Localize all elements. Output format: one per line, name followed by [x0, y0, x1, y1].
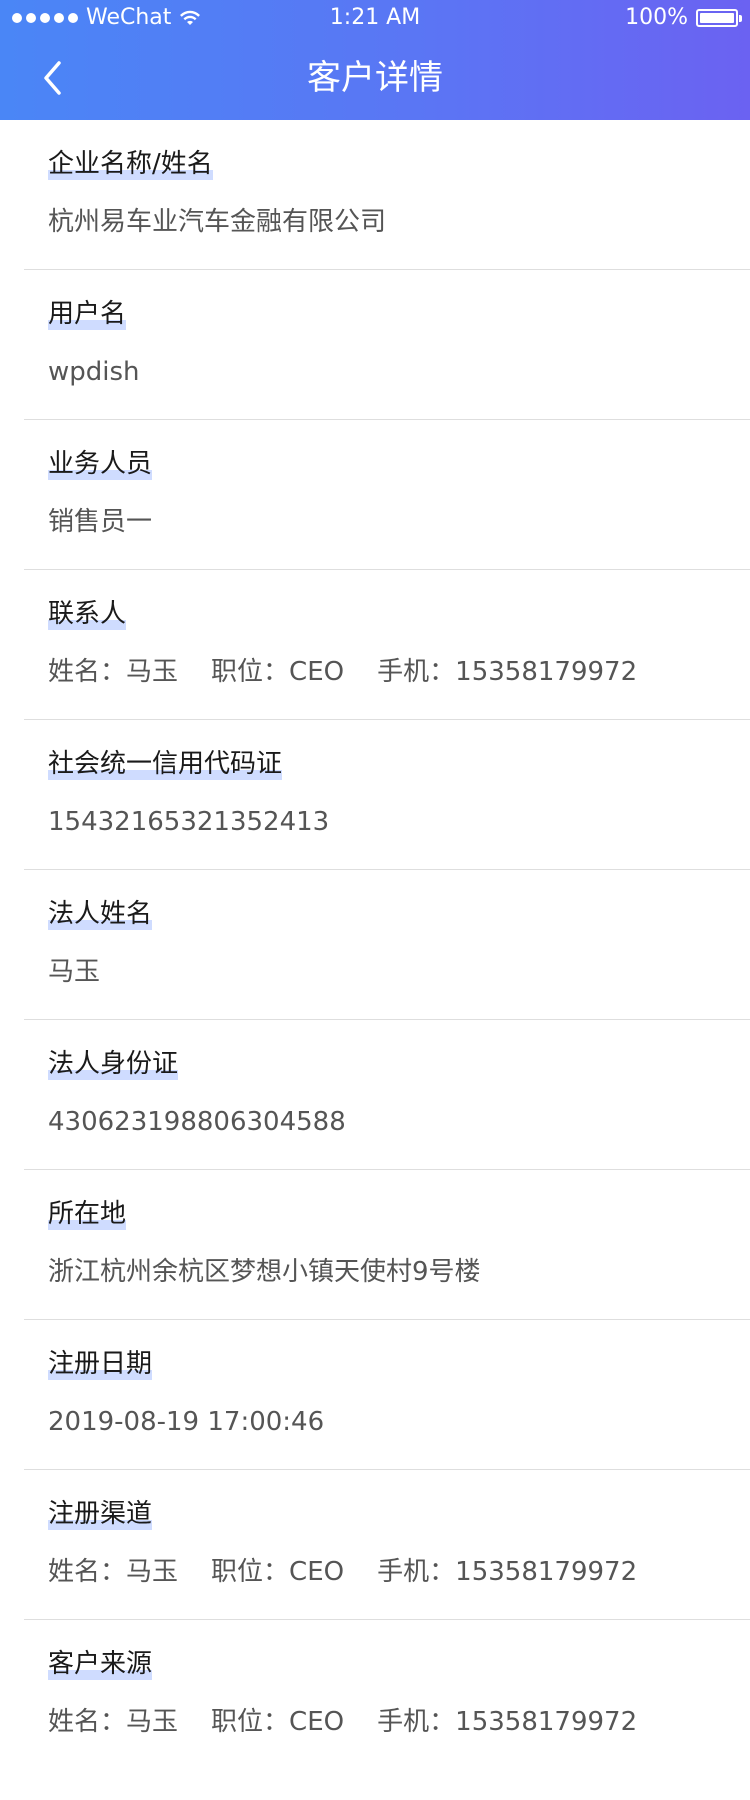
- header: WeChat 1:21 AM 100% 客户详情: [0, 0, 750, 120]
- field-label-text: 联系人: [48, 599, 127, 629]
- field-label: 法人身份证: [48, 1046, 179, 1082]
- status-right: 100%: [625, 5, 742, 30]
- field-label: 客户来源: [48, 1646, 153, 1682]
- field-value: 430623198806304588: [48, 1107, 346, 1137]
- detail-row: 注册渠道姓名：马玉 职位：CEO 手机：15358179972: [24, 1470, 750, 1620]
- detail-row: 所在地浙江杭州余杭区梦想小镇天使村9号楼: [24, 1170, 750, 1320]
- field-label-text: 业务人员: [48, 449, 153, 479]
- field-label-text: 注册日期: [48, 1349, 153, 1379]
- battery-level-fill: [700, 12, 734, 23]
- field-label: 企业名称/姓名: [48, 146, 213, 182]
- detail-row: 社会统一信用代码证 15432165321352413: [24, 720, 750, 870]
- field-label-text: 法人身份证: [48, 1049, 179, 1079]
- field-label-text: 所在地: [48, 1199, 127, 1229]
- field-value: 姓名：马玉 职位：CEO 手机：15358179972: [48, 657, 638, 687]
- detail-row: 企业名称/姓名杭州易车业汽车金融有限公司: [24, 120, 750, 270]
- field-label: 联系人: [48, 596, 127, 632]
- field-value: 马玉: [48, 957, 101, 987]
- field-label-text: 法人姓名: [48, 899, 153, 929]
- status-bar: WeChat 1:21 AM 100%: [0, 0, 750, 36]
- battery-percent: 100%: [625, 5, 688, 30]
- field-value: 杭州易车业汽车金融有限公司: [48, 207, 387, 237]
- field-value: wpdish: [48, 357, 140, 387]
- field-label: 注册日期: [48, 1346, 153, 1382]
- detail-row: 业务人员 销售员一: [24, 420, 750, 570]
- field-value: 2019-08-19 17:00:46: [48, 1407, 325, 1437]
- field-label: 法人姓名: [48, 896, 153, 932]
- battery-icon: [696, 8, 742, 27]
- field-label: 社会统一信用代码证: [48, 746, 283, 782]
- detail-row: 客户来源姓名：马玉 职位：CEO 手机：15358179972: [24, 1620, 750, 1770]
- navigation-bar: 客户详情: [0, 36, 750, 120]
- field-label: 业务人员: [48, 446, 153, 482]
- field-value: 销售员一: [48, 507, 153, 537]
- field-label-text: 注册渠道: [48, 1499, 153, 1529]
- field-value: 浙江杭州余杭区梦想小镇天使村9号楼: [48, 1257, 481, 1287]
- page-title: 客户详情: [307, 58, 443, 98]
- field-label: 注册渠道: [48, 1496, 153, 1532]
- customer-detail-list: 企业名称/姓名杭州易车业汽车金融有限公司 用户名 wpdish 业务人员销售员一联系人…: [0, 120, 750, 1770]
- field-label-text: 用户名: [48, 299, 127, 329]
- detail-row: 联系人姓名：马玉 职位：CEO 手机：15358179972: [24, 570, 750, 720]
- field-label: 所在地: [48, 1196, 127, 1232]
- field-value: 15432165321352413: [48, 807, 330, 837]
- detail-row: 注册日期 2019-08-19 17:00:46: [24, 1320, 750, 1470]
- detail-row: 法人身份证 430623198806304588: [24, 1020, 750, 1170]
- detail-row: 法人姓名 马玉: [24, 870, 750, 1020]
- field-label-text: 社会统一信用代码证: [48, 749, 283, 779]
- field-value: 姓名：马玉 职位：CEO 手机：15358179972: [48, 1707, 638, 1737]
- field-label-text: 企业名称/姓名: [48, 149, 213, 179]
- field-label-text: 客户来源: [48, 1649, 153, 1679]
- field-label: 用户名: [48, 296, 127, 332]
- detail-row: 用户名 wpdish: [24, 270, 750, 420]
- field-value: 姓名：马玉 职位：CEO 手机：15358179972: [48, 1557, 638, 1587]
